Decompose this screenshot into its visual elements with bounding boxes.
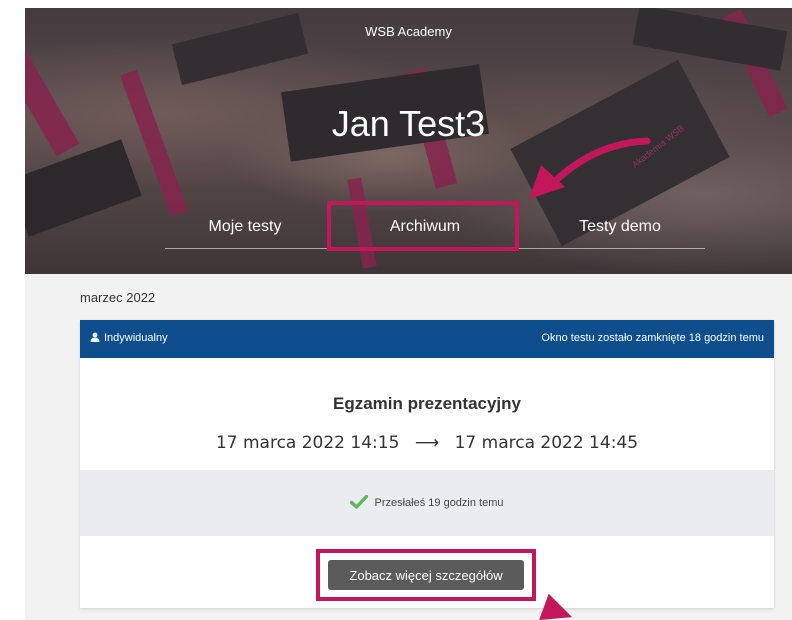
user-name-title: Jan Test3 bbox=[331, 103, 486, 144]
details-button[interactable]: Zobacz więcej szczegółów bbox=[328, 560, 524, 590]
check-icon bbox=[350, 495, 369, 509]
month-heading: marzec 2022 bbox=[80, 290, 156, 305]
window-status: Okno testu zostało zamknięte 18 godzin t… bbox=[541, 332, 764, 344]
tab-moje-testy[interactable]: Moje testy bbox=[165, 205, 325, 249]
exam-type: Indywidualny bbox=[90, 332, 168, 344]
submission-status-row: Przesłałeś 19 godzin temu bbox=[80, 470, 774, 536]
tab-testy-demo[interactable]: Testy demo bbox=[530, 205, 710, 249]
page-frame: Akademia WSB WSB Academy Jan Test3 Moje … bbox=[25, 8, 792, 620]
exam-card: Indywidualny Okno testu zostało zamknięt… bbox=[80, 320, 774, 608]
hero-banner: Akademia WSB WSB Academy Jan Test3 Moje … bbox=[25, 8, 792, 274]
exam-title: Egzamin prezentacyjny bbox=[332, 394, 521, 413]
exam-dates: 17 marca 2022 14:15 ⟶ 17 marca 2022 14:4… bbox=[80, 433, 774, 453]
exam-type-label: Indywidualny bbox=[104, 332, 168, 344]
submission-status-text: Przesłałeś 19 godzin temu bbox=[374, 497, 504, 509]
user-icon bbox=[90, 332, 100, 342]
submission-status: Przesłałeś 19 godzin temu bbox=[80, 495, 774, 509]
curved-arrow-icon bbox=[529, 137, 651, 199]
date-start: 17 marca 2022 14:15 bbox=[215, 433, 400, 453]
highlight-box-archiwum bbox=[327, 201, 519, 251]
card-header: Indywidualny Okno testu zostało zamknięt… bbox=[80, 320, 774, 358]
date-end: 17 marca 2022 14:45 bbox=[454, 433, 639, 453]
academy-label: WSB Academy bbox=[365, 24, 452, 39]
arrow-right-icon: ⟶ bbox=[414, 433, 440, 453]
